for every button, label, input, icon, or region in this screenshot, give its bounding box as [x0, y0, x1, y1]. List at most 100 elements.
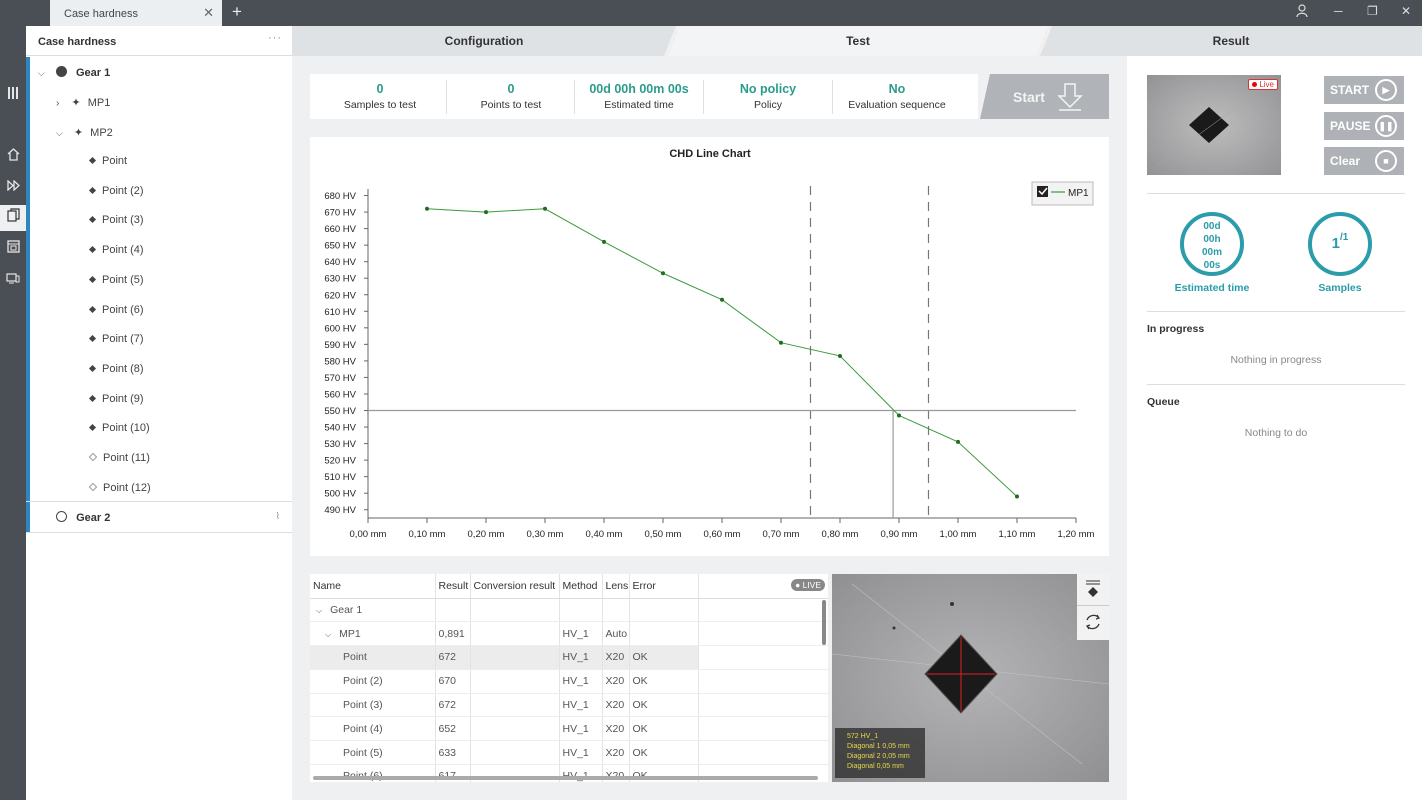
tree-item-point[interactable]: Point (4): [88, 244, 144, 266]
image-toolbar: [1077, 574, 1109, 640]
x-tick-label: 0,10 mm: [409, 529, 446, 540]
cell-name: Point (2): [310, 669, 436, 694]
table-row[interactable]: Point 672 HV_1 X20 OK: [310, 645, 828, 670]
y-tick-label: 630 HV: [324, 274, 356, 285]
more-options-icon[interactable]: ···: [268, 32, 282, 44]
cell-lens: Auto: [602, 621, 630, 647]
point-icon: [88, 186, 97, 194]
table-row[interactable]: Point (4) 652 HV_1 X20 OK: [310, 716, 828, 742]
tree-item-gear-2[interactable]: Gear 2 ⌇: [56, 511, 286, 533]
cell-method: HV_1: [559, 621, 603, 647]
start-button[interactable]: Start: [980, 74, 1109, 119]
chevron-down-icon[interactable]: ⌵: [316, 606, 322, 615]
table-row[interactable]: ⌵ MP1 0,891 HV_1 Auto: [310, 621, 828, 647]
chart-legend[interactable]: MP1: [1031, 181, 1094, 206]
data-point: [838, 353, 842, 358]
table-row[interactable]: ⌵ Gear 1: [310, 598, 828, 623]
documents-icon[interactable]: [0, 205, 26, 231]
left-rail: [0, 26, 26, 800]
tree-item-point[interactable]: Point (12): [88, 482, 151, 504]
start-test-button[interactable]: START ▶: [1324, 76, 1404, 104]
col-lens[interactable]: Lens: [602, 574, 630, 599]
clear-button[interactable]: Clear ■: [1324, 147, 1404, 175]
y-tick-label: 590 HV: [324, 340, 356, 351]
indent-image-view[interactable]: 572 HV_1 Diagonal 1 0,05 mm Diagonal 2 0…: [832, 574, 1109, 782]
tree-item-point[interactable]: Point (2): [88, 185, 144, 207]
chevron-down-icon[interactable]: ⌵: [56, 128, 63, 138]
cell-conv: [470, 669, 560, 694]
col-result[interactable]: Result: [435, 574, 471, 599]
chevron-down-icon[interactable]: ⌵: [325, 630, 331, 639]
cell-error: OK: [629, 716, 699, 742]
rotate-icon[interactable]: [1077, 606, 1109, 638]
y-tick-label: 670 HV: [324, 208, 356, 219]
home-icon[interactable]: [0, 144, 26, 170]
vertical-scrollbar[interactable]: [822, 600, 826, 645]
chevron-right-icon[interactable]: ›: [56, 98, 59, 109]
y-tick-label: 620 HV: [324, 290, 356, 301]
ruler-icon[interactable]: [1077, 574, 1109, 606]
stop-icon: ■: [1375, 150, 1397, 172]
stat-samples: 0 Samples to test: [343, 82, 417, 111]
horizontal-scrollbar[interactable]: [313, 776, 818, 780]
chevron-down-icon[interactable]: ⌵: [38, 68, 45, 78]
tree-item-mp2[interactable]: ⌵ ✦ MP2: [56, 126, 113, 148]
tab-configuration[interactable]: Configuration: [292, 26, 676, 56]
tree-item-point[interactable]: Point (11): [88, 452, 150, 474]
col-conversion[interactable]: Conversion result: [470, 574, 560, 599]
y-tick-label: 510 HV: [324, 472, 356, 483]
cell-lens: X20: [602, 740, 630, 766]
data-point: [897, 413, 901, 418]
x-tick-label: 0,20 mm: [468, 529, 505, 540]
col-method[interactable]: Method: [559, 574, 603, 599]
tree-item-point[interactable]: Point (7): [88, 333, 144, 355]
col-name[interactable]: Name: [310, 574, 436, 599]
col-error[interactable]: Error: [629, 574, 699, 599]
close-tab-icon[interactable]: ✕: [203, 5, 214, 21]
pause-button[interactable]: PAUSE ❚❚: [1324, 112, 1404, 140]
tab-test[interactable]: Test: [680, 26, 1036, 56]
y-tick-label: 660 HV: [324, 224, 356, 235]
tree-item-point[interactable]: Point (9): [88, 393, 144, 415]
tree-item-point[interactable]: Point (3): [88, 214, 144, 236]
in-progress-title: In progress: [1147, 323, 1205, 335]
document-tab[interactable]: Case hardness ✕: [50, 0, 222, 26]
table-row[interactable]: Point (3) 672 HV_1 X20 OK: [310, 693, 828, 718]
pin-icon[interactable]: ⌇: [276, 511, 280, 522]
tree-title: Case hardness: [38, 36, 117, 48]
samples-label: Samples: [1318, 282, 1362, 294]
tree-item-point[interactable]: Point: [88, 155, 127, 177]
table-row[interactable]: Point (2) 670 HV_1 X20 OK: [310, 669, 828, 694]
cell-result: 633: [435, 740, 471, 766]
window-icon[interactable]: [0, 236, 26, 262]
restore-icon[interactable]: ❐: [1367, 4, 1378, 18]
tree-item-point[interactable]: Point (10): [88, 422, 150, 444]
tree-item-mp1[interactable]: › ✦ MP1: [56, 96, 110, 118]
tree-item-point[interactable]: Point (8): [88, 363, 144, 385]
devices-icon[interactable]: [0, 267, 26, 293]
tree-item-point[interactable]: Point (5): [88, 274, 144, 296]
cell-result: 670: [435, 669, 471, 694]
x-tick-label: 1,20 mm: [1058, 529, 1095, 540]
y-tick-label: 530 HV: [324, 439, 356, 450]
close-window-icon[interactable]: ✕: [1401, 4, 1411, 18]
cell-name: Point (3): [310, 693, 436, 718]
cell-method: HV_1: [559, 693, 603, 718]
point-icon: [88, 335, 97, 343]
tree-panel: Case hardness ··· ⌵ Gear 1 › ✦ MP1 ⌵ ✦ M…: [26, 26, 292, 800]
point-icon: [88, 275, 97, 283]
minimize-icon[interactable]: ─: [1334, 4, 1343, 18]
new-tab-button[interactable]: +: [232, 2, 242, 22]
tree-item-point[interactable]: Point (6): [88, 304, 144, 326]
fast-forward-icon[interactable]: [0, 174, 26, 200]
x-tick-label: 0,60 mm: [704, 529, 741, 540]
tree-item-gear-1[interactable]: ⌵ Gear 1: [38, 66, 110, 88]
tab-result[interactable]: Result: [1050, 26, 1412, 56]
cell-error: OK: [629, 645, 699, 670]
in-progress-empty: Nothing in progress: [1230, 354, 1322, 366]
user-icon[interactable]: [1296, 4, 1308, 21]
live-camera-view[interactable]: Live: [1147, 75, 1281, 175]
menu-icon[interactable]: [0, 83, 26, 109]
table-row[interactable]: Point (5) 633 HV_1 X20 OK: [310, 740, 828, 766]
cell-error: OK: [629, 693, 699, 718]
